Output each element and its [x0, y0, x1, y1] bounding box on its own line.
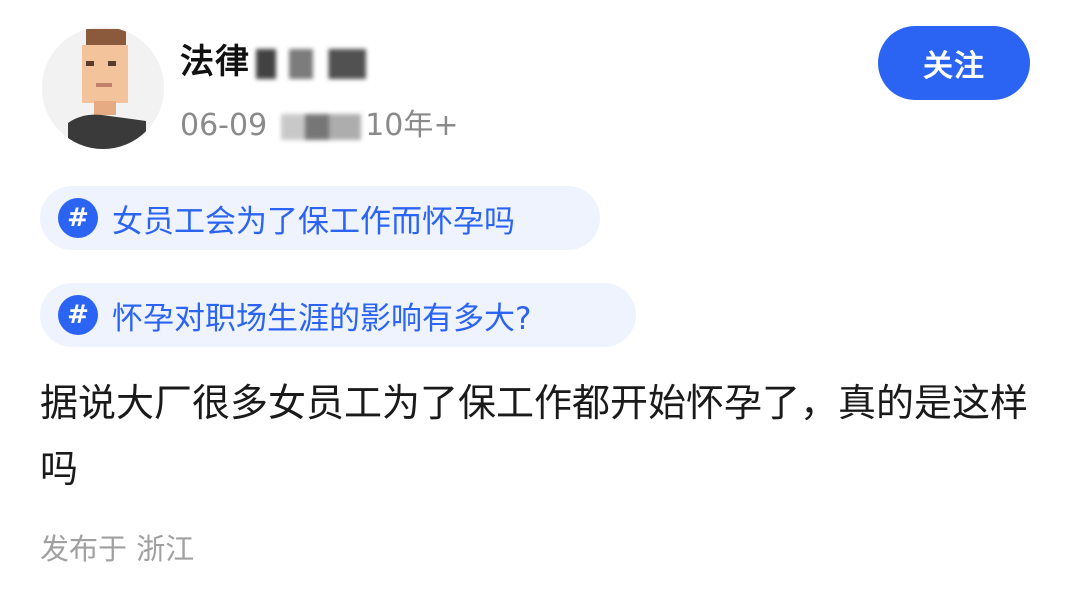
post-date: 06-09	[180, 108, 268, 143]
follow-button[interactable]: 关注	[878, 26, 1030, 100]
redacted-meta-blur	[281, 113, 362, 140]
topic-label: 女员工会为了保工作而怀孕吗	[112, 203, 515, 240]
post-location: 发布于 浙江	[40, 532, 195, 566]
topic-tag[interactable]: # 女员工会为了保工作而怀孕吗	[40, 186, 600, 250]
author-name-text: 法律	[180, 42, 250, 82]
topic-label: 怀孕对职场生涯的影响有多大?	[112, 300, 532, 337]
avatar-illustration	[42, 27, 164, 149]
post-meta: 06-09 10年+	[180, 100, 459, 144]
post-text: 据说大厂很多女员工为了保工作都开始怀孕了，真的是这样吗	[40, 381, 1029, 491]
author-tenure: 10年+	[365, 108, 459, 143]
author-name[interactable]: 法律	[180, 34, 366, 83]
hashtag-icon: #	[58, 198, 98, 238]
avatar[interactable]	[42, 27, 164, 149]
post-card: 法律 06-09 10年+ 关注 # 女员工会为了保工作而怀孕吗 # 怀孕对职场生…	[0, 0, 1070, 598]
hashtag-icon: #	[58, 295, 98, 335]
topic-tag[interactable]: # 怀孕对职场生涯的影响有多大?	[40, 283, 636, 347]
redacted-name-blur	[256, 48, 366, 79]
